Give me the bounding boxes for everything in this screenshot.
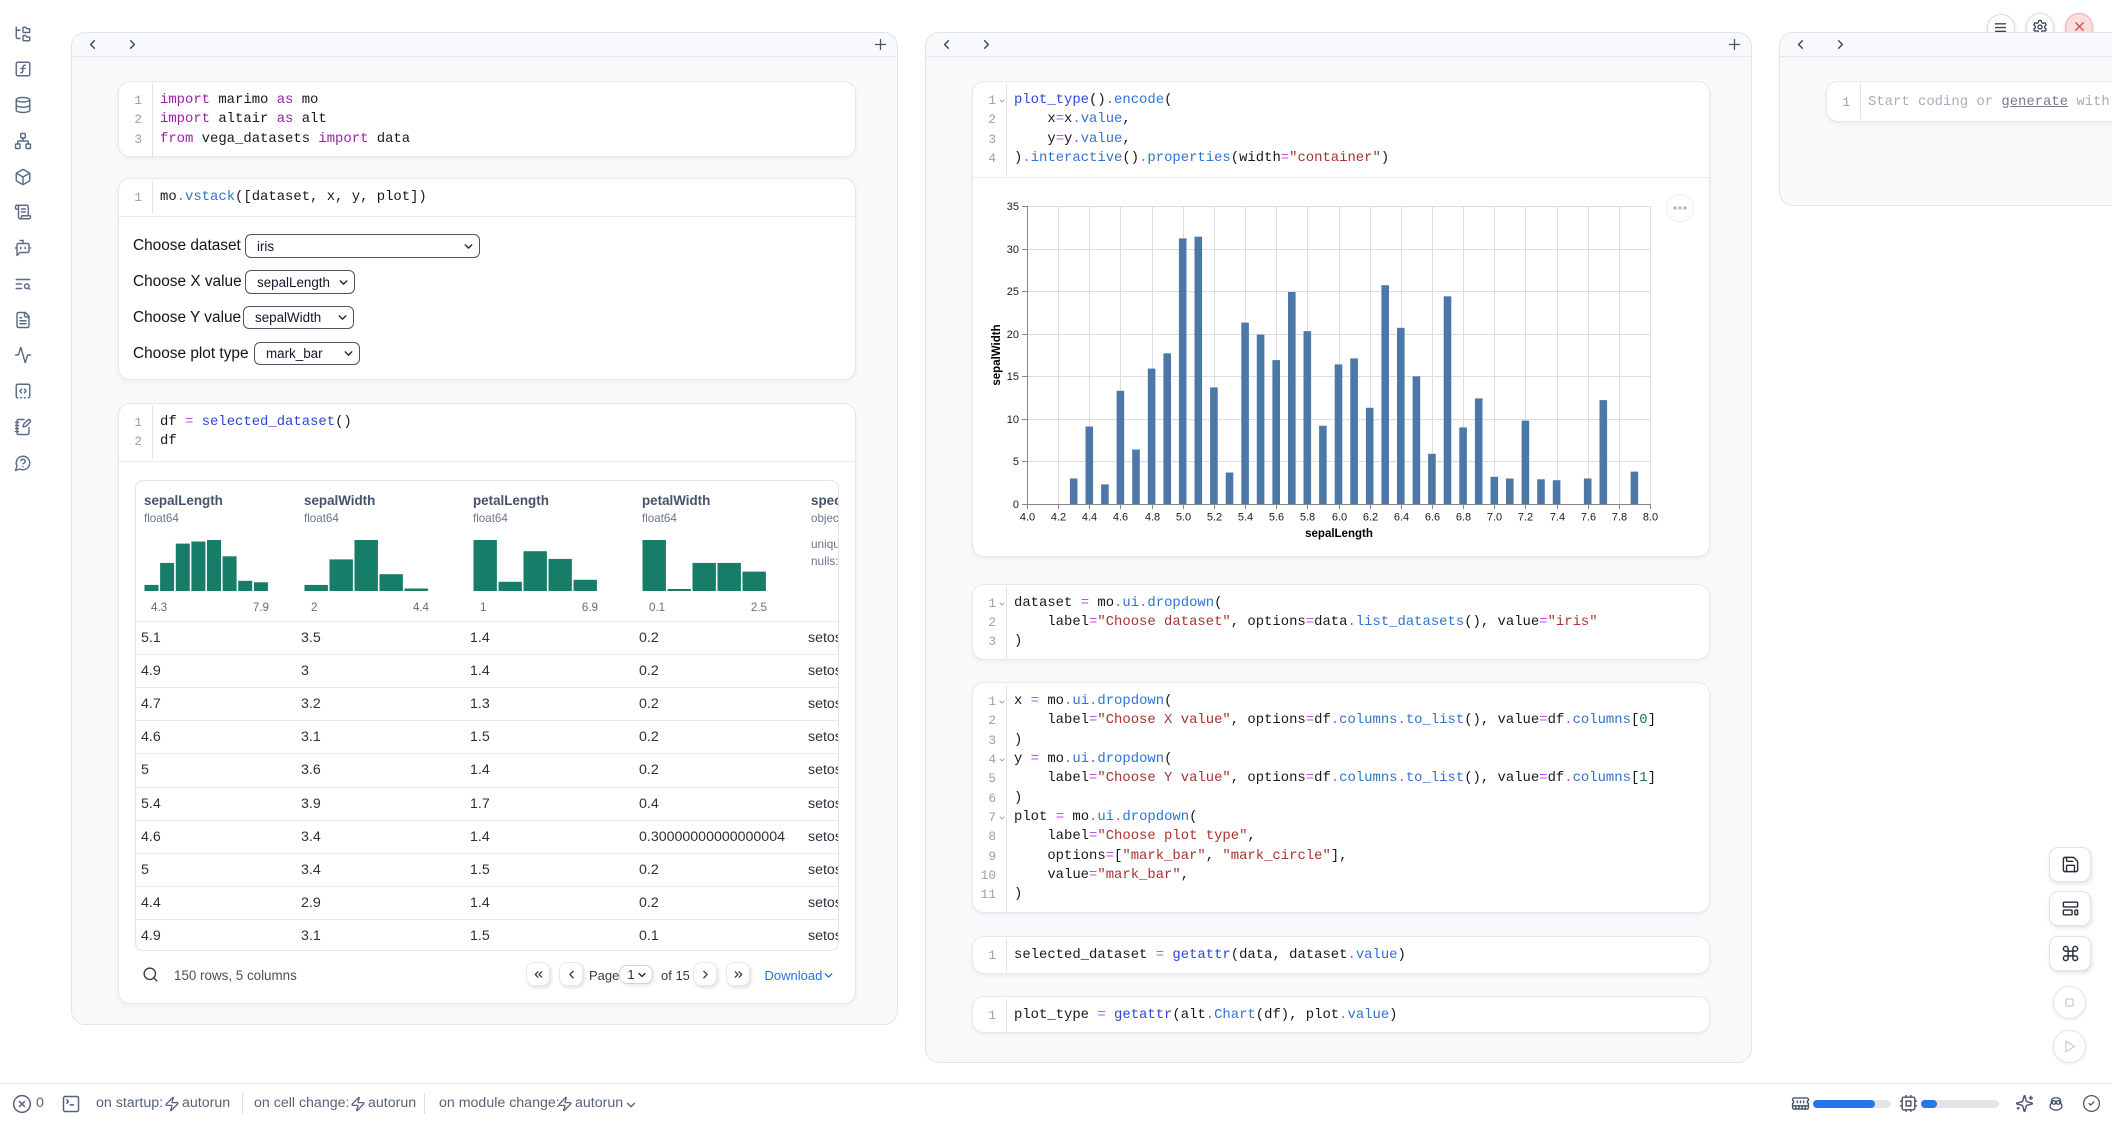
- svg-text:7.0: 7.0: [1487, 512, 1502, 524]
- svg-text:4.8: 4.8: [1145, 512, 1160, 524]
- svg-text:4.2: 4.2: [1051, 512, 1066, 524]
- svg-text:4.6: 4.6: [1113, 512, 1128, 524]
- svg-text:15: 15: [1007, 371, 1019, 383]
- svg-text:5: 5: [1013, 456, 1019, 468]
- svg-text:7.8: 7.8: [1612, 512, 1627, 524]
- svg-text:4.0: 4.0: [1020, 512, 1035, 524]
- svg-text:6.2: 6.2: [1363, 512, 1378, 524]
- svg-text:10: 10: [1007, 414, 1019, 426]
- svg-text:sepalLength: sepalLength: [1305, 528, 1373, 540]
- svg-text:0: 0: [1013, 499, 1019, 511]
- svg-text:7.6: 7.6: [1581, 512, 1596, 524]
- svg-text:20: 20: [1007, 329, 1019, 341]
- svg-text:25: 25: [1007, 286, 1019, 298]
- svg-text:5.4: 5.4: [1238, 512, 1253, 524]
- svg-text:5.0: 5.0: [1176, 512, 1191, 524]
- svg-text:30: 30: [1007, 244, 1019, 256]
- svg-text:7.2: 7.2: [1518, 512, 1533, 524]
- svg-text:7.4: 7.4: [1550, 512, 1565, 524]
- svg-text:35: 35: [1007, 201, 1019, 213]
- svg-text:5.6: 5.6: [1269, 512, 1284, 524]
- svg-text:sepalWidth: sepalWidth: [991, 324, 1003, 385]
- svg-text:6.8: 6.8: [1456, 512, 1471, 524]
- svg-text:5.8: 5.8: [1300, 512, 1315, 524]
- svg-text:4.4: 4.4: [1082, 512, 1097, 524]
- svg-text:5.2: 5.2: [1207, 512, 1222, 524]
- svg-text:8.0: 8.0: [1643, 512, 1658, 524]
- svg-text:6.4: 6.4: [1394, 512, 1409, 524]
- svg-text:6.0: 6.0: [1332, 512, 1347, 524]
- svg-text:6.6: 6.6: [1425, 512, 1440, 524]
